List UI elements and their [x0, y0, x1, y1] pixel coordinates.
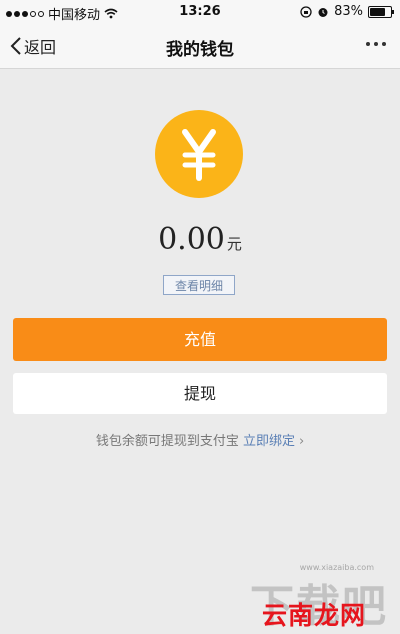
balance-display: 0.00 元: [0, 222, 400, 257]
battery-percent: 83%: [334, 4, 363, 19]
note-text: 钱包余额可提现到支付宝: [95, 434, 239, 449]
more-icon-dot: [374, 42, 378, 46]
more-icon-dot: [382, 42, 386, 46]
battery-icon: [368, 5, 394, 18]
more-icon-dot: [366, 42, 370, 46]
recharge-button[interactable]: 充值: [13, 318, 387, 361]
status-bar: 中国移动 13:26 83%: [0, 0, 400, 24]
view-details-button[interactable]: 查看明细: [163, 275, 235, 295]
status-right: 83%: [300, 4, 394, 19]
balance-unit: 元: [226, 235, 242, 253]
withdraw-note: 钱包余额可提现到支付宝 立即绑定 ›: [0, 430, 400, 449]
balance-amount: 0.00: [158, 222, 225, 257]
alarm-icon: [318, 7, 328, 17]
rotation-lock-icon: [300, 5, 312, 18]
navigation-bar: 返回 我的钱包: [0, 24, 400, 69]
chevron-right-icon: ›: [298, 434, 305, 449]
bind-now-link[interactable]: 立即绑定: [243, 434, 295, 449]
withdraw-button[interactable]: 提现: [13, 373, 387, 414]
page-title: 我的钱包: [166, 40, 234, 60]
more-options-button[interactable]: [366, 42, 386, 46]
yuan-coin-icon: [155, 110, 243, 198]
watermark-site-name: 云南龙网: [262, 601, 367, 630]
